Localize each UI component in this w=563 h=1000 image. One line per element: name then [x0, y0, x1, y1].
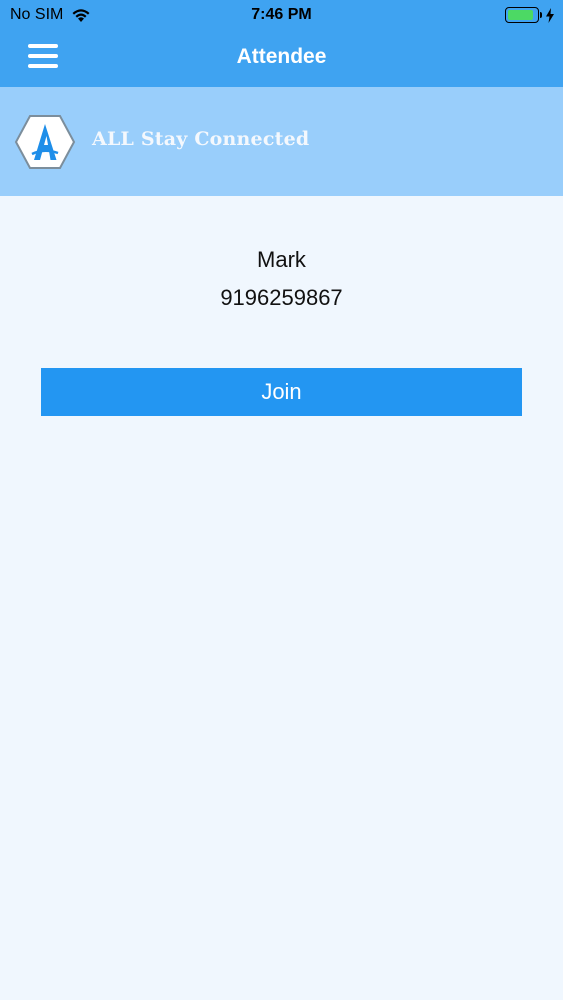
- status-time: 7:46 PM: [251, 6, 312, 23]
- status-right: [505, 6, 555, 24]
- charging-bolt-icon: [546, 7, 554, 23]
- attendee-phone: 9196259867: [220, 285, 343, 310]
- battery-level-fill: [508, 10, 534, 20]
- nav-bar: Attendee: [0, 30, 563, 87]
- status-bar: No SIM 7:46 PM: [0, 0, 563, 30]
- join-button[interactable]: Join: [41, 368, 522, 416]
- attendee-name: Mark: [257, 247, 306, 272]
- app-logo-icon: [14, 115, 76, 169]
- brand-name: ALL Stay Connected: [92, 128, 310, 150]
- page-title: Attendee: [236, 45, 327, 68]
- battery-icon: [505, 7, 542, 23]
- app-screen: No SIM 7:46 PM Attendee ALL Stay Connect…: [0, 0, 563, 1000]
